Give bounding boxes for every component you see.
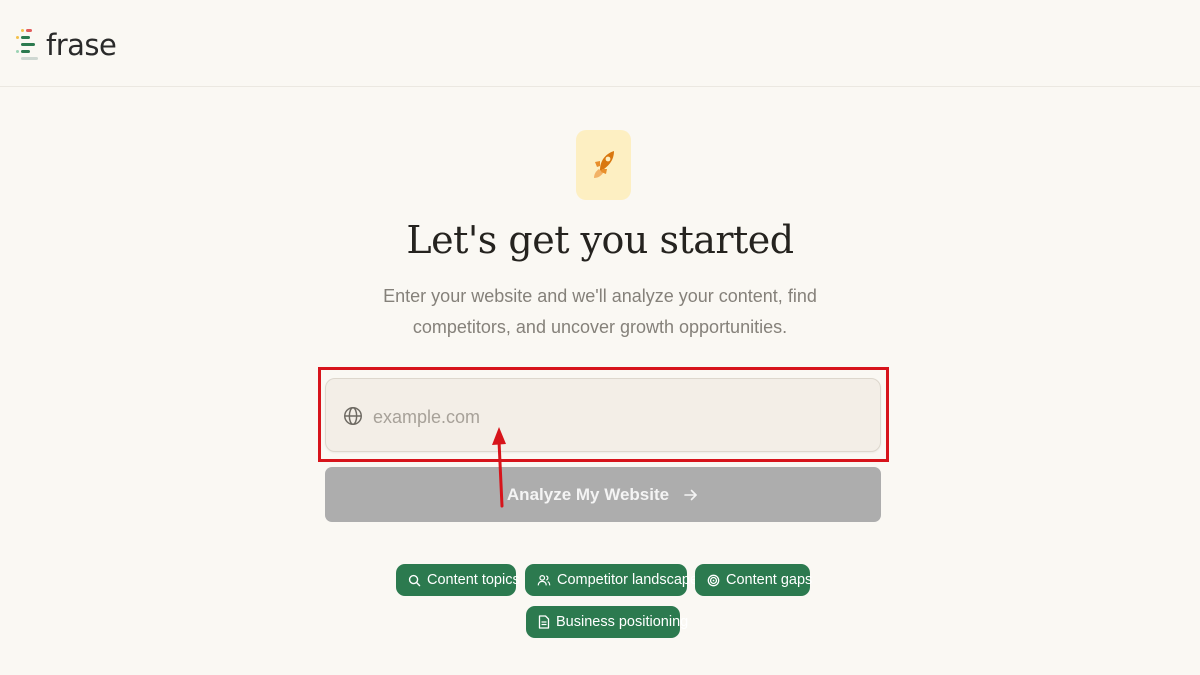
frase-logo-icon — [16, 29, 38, 60]
analyze-button-label: Analyze My Website — [506, 484, 670, 504]
document-icon — [538, 615, 550, 629]
chip-label: Competitor landscape — [557, 572, 699, 588]
users-icon — [537, 574, 551, 585]
target-icon — [707, 574, 720, 586]
chip-content-topics[interactable]: Content topics — [396, 564, 520, 596]
arrow-right-icon — [684, 489, 697, 500]
chip-label: Business positioning — [556, 614, 689, 630]
top-header: frase — [0, 0, 1200, 87]
chip-content-gaps[interactable]: Content gaps — [695, 564, 813, 596]
chip-business-positioning[interactable]: Business positioning — [526, 606, 688, 638]
analyze-website-button[interactable]: Analyze My Website — [325, 467, 881, 522]
logo-text: frase — [46, 27, 117, 62]
page-subtitle: Enter your website and we'll analyze you… — [383, 286, 817, 337]
chip-label: Content topics — [427, 572, 520, 588]
annotation-arrow — [492, 427, 506, 508]
page-title: Let's get you started — [406, 218, 794, 262]
annotation-highlight-box — [318, 367, 889, 462]
frase-logo[interactable]: frase — [16, 27, 117, 62]
rocket-icon — [593, 151, 614, 178]
rocket-badge — [576, 130, 631, 200]
chip-competitor-landscape[interactable]: Competitor landscape — [525, 564, 698, 596]
search-icon — [408, 574, 421, 586]
chip-label: Content gaps — [726, 572, 813, 588]
